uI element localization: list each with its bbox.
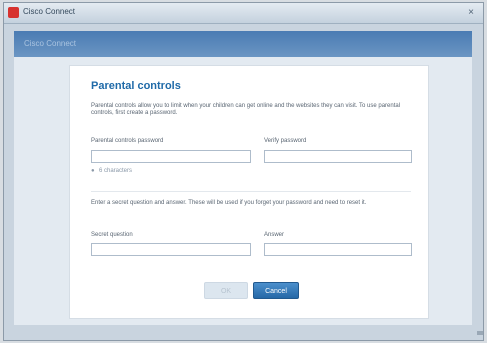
header-banner: Cisco Connect [14, 31, 472, 57]
parental-controls-card: Parental controls Parental controls allo… [69, 65, 429, 319]
resize-grip[interactable] [477, 331, 483, 335]
secret-question-note: Enter a secret question and answer. Thes… [91, 200, 367, 206]
page-title: Parental controls [91, 80, 181, 92]
password-label: Parental controls password [91, 138, 164, 144]
password-field[interactable] [91, 150, 251, 163]
password-strength-text: 6 characters [99, 168, 133, 174]
app-icon [8, 7, 19, 18]
secret-question-field[interactable] [91, 243, 251, 256]
intro-text: Parental controls allow you to limit whe… [91, 103, 401, 116]
ok-button[interactable]: OK [204, 282, 248, 299]
banner-label: Cisco Connect [24, 39, 77, 48]
cancel-button[interactable]: Cancel [253, 282, 299, 299]
secret-question-label: Secret question [91, 232, 133, 238]
verify-password-label: Verify password [264, 138, 307, 144]
close-icon[interactable]: × [463, 6, 479, 19]
answer-field[interactable] [264, 243, 412, 256]
window-title: Cisco Connect [23, 7, 76, 16]
verify-password-field[interactable] [264, 150, 412, 163]
title-bar: Cisco Connect × [4, 3, 483, 24]
app-window: Cisco Connect × Cisco Connect Parental c… [3, 2, 484, 341]
section-divider [91, 191, 411, 192]
answer-label: Answer [264, 232, 285, 238]
strength-indicator-icon: ● [91, 168, 95, 174]
